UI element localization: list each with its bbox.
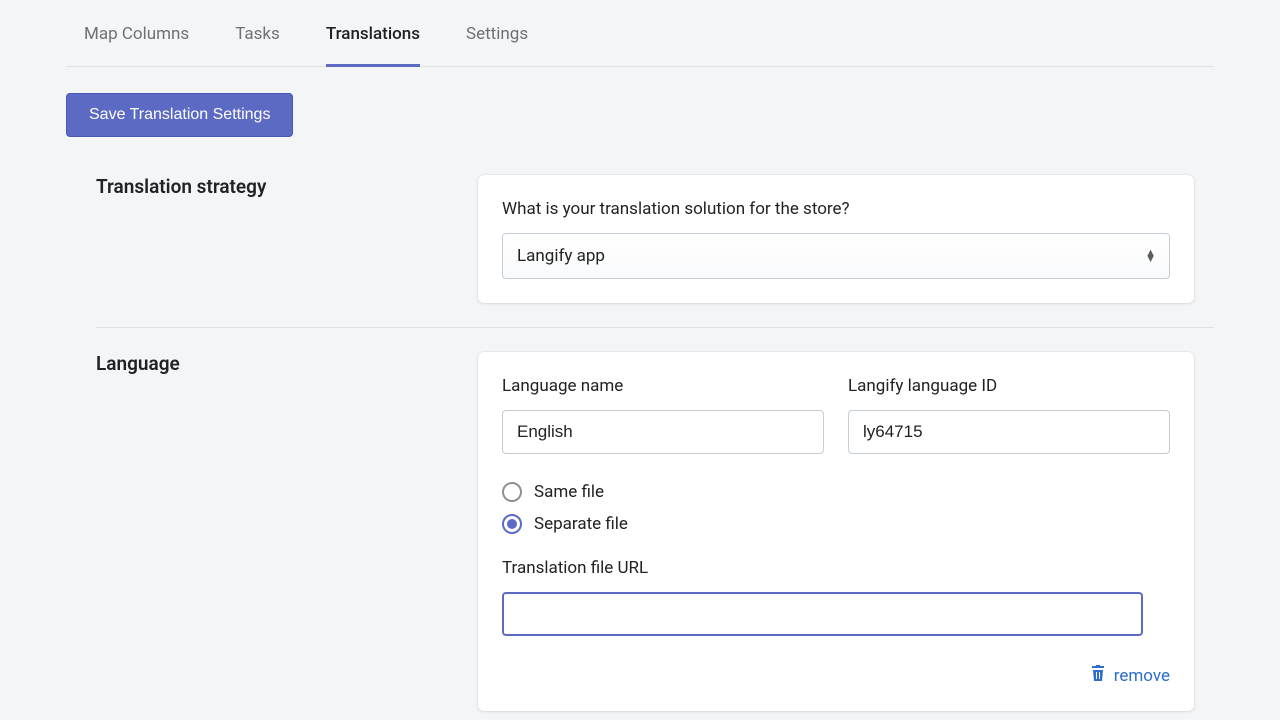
strategy-section-title: Translation strategy <box>96 175 478 303</box>
remove-label: remove <box>1114 666 1170 686</box>
language-card: Language name Langify language ID Same f… <box>478 352 1194 711</box>
radio-separate-file[interactable]: Separate file <box>502 514 1170 534</box>
strategy-card: What is your translation solution for th… <box>478 175 1194 303</box>
strategy-question-label: What is your translation solution for th… <box>502 199 1170 219</box>
radio-separate-file-label: Separate file <box>534 514 628 534</box>
language-name-input[interactable] <box>502 410 824 454</box>
remove-language-link[interactable]: remove <box>1090 664 1170 687</box>
save-translation-settings-button[interactable]: Save Translation Settings <box>66 93 293 137</box>
radio-same-file[interactable]: Same file <box>502 482 1170 502</box>
tabs-bar: Map Columns Tasks Translations Settings <box>66 0 1214 67</box>
tab-translations[interactable]: Translations <box>326 0 420 67</box>
radio-dot-icon <box>507 519 517 529</box>
radio-circle-icon <box>502 514 522 534</box>
translation-solution-select[interactable]: Langify app <box>502 233 1170 279</box>
radio-same-file-label: Same file <box>534 482 604 502</box>
language-name-label: Language name <box>502 376 824 396</box>
langify-id-label: Langify language ID <box>848 376 1170 396</box>
tab-map-columns[interactable]: Map Columns <box>84 0 189 67</box>
tab-settings[interactable]: Settings <box>466 0 528 67</box>
language-section-title: Language <box>96 352 478 711</box>
langify-id-input[interactable] <box>848 410 1170 454</box>
tab-tasks[interactable]: Tasks <box>235 0 280 67</box>
translation-file-url-input[interactable] <box>502 592 1143 636</box>
translation-file-url-label: Translation file URL <box>502 558 1170 578</box>
trash-icon <box>1090 664 1106 687</box>
radio-circle-icon <box>502 482 522 502</box>
